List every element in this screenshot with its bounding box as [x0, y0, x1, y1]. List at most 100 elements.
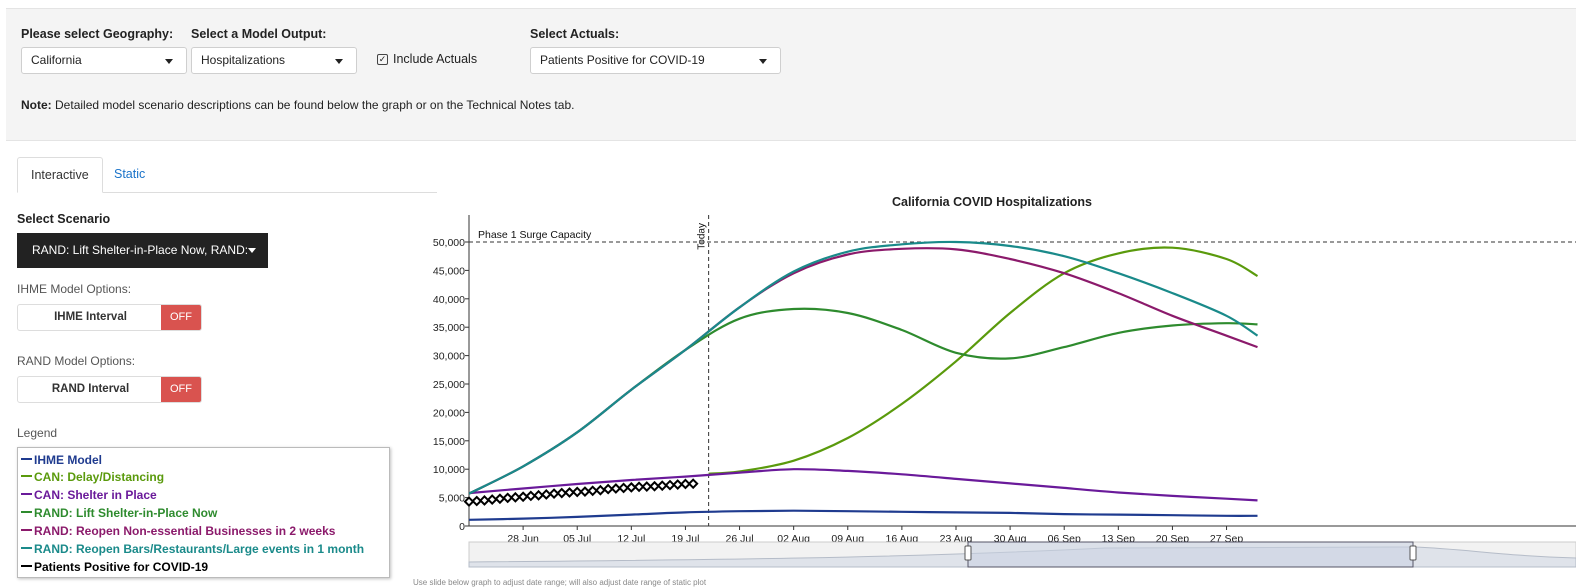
actuals-select-value: Patients Positive for COVID-19 — [540, 53, 705, 67]
actuals-point — [556, 487, 568, 499]
chevron-down-icon — [165, 59, 173, 64]
actuals-point — [687, 478, 699, 490]
chart-title: California COVID Hospitalizations — [892, 195, 1092, 209]
geography-select[interactable]: California — [21, 47, 187, 74]
actuals-point — [672, 479, 684, 490]
include-actuals-label: Include Actuals — [393, 52, 478, 66]
actuals-point — [579, 486, 591, 498]
geography-label: Please select Geography: — [21, 27, 174, 41]
range-slider-handle[interactable] — [1409, 545, 1417, 561]
chevron-down-icon — [248, 248, 256, 253]
legend-heading: Legend — [17, 426, 58, 440]
note-text: Note: Detailed model scenario descriptio… — [21, 98, 574, 112]
legend-label: Patients Positive for COVID-19 — [34, 560, 209, 574]
actuals-point — [656, 480, 668, 492]
actuals-point — [618, 482, 630, 494]
legend-swatch — [21, 475, 32, 477]
actuals-point — [610, 483, 622, 494]
slider-hint: Use slide below graph to adjust date ran… — [413, 578, 707, 587]
legend-item: RAND: Reopen Non-essential Businesses in… — [21, 524, 335, 538]
y-tick-label: 10,000 — [433, 464, 465, 476]
scenario-dropdown-value: RAND: Lift Shelter-in-Place Now, RAND: — [32, 243, 249, 257]
top-strip — [0, 0, 1576, 8]
y-tick-label: 5,000 — [439, 493, 465, 505]
y-tick-label: 20,000 — [433, 407, 465, 419]
actuals-label: Select Actuals: — [530, 27, 620, 41]
legend-label: IHME Model — [34, 453, 102, 467]
tab-static[interactable]: Static — [101, 157, 158, 191]
ihme-interval-label: IHME Interval — [54, 311, 127, 323]
series-line-5 — [469, 240, 1259, 495]
legend-swatch — [21, 493, 32, 495]
actuals-point — [502, 492, 514, 504]
legend-item: IHME Model — [21, 453, 102, 467]
ihme-options-label: IHME Model Options: — [17, 282, 132, 296]
series-line-3 — [469, 307, 1258, 495]
legend-label: RAND: Reopen Bars/Restaurants/Large even… — [34, 542, 365, 556]
actuals-point — [533, 489, 544, 501]
y-tick-label: 35,000 — [433, 322, 465, 334]
ihme-interval-state[interactable]: OFF — [161, 305, 201, 330]
surge-capacity-label: Phase 1 Surge Capacity — [478, 229, 592, 241]
actuals-point — [649, 480, 660, 492]
actuals-point — [594, 484, 606, 496]
chevron-down-icon — [759, 59, 767, 64]
rand-interval-state[interactable]: OFF — [161, 377, 201, 402]
model-output-select[interactable]: Hospitalizations — [191, 47, 357, 74]
actuals-point — [540, 489, 552, 500]
actuals-point — [625, 481, 637, 493]
select-scenario-heading: Select Scenario — [17, 212, 111, 226]
actuals-point — [471, 495, 483, 507]
model-output-select-value: Hospitalizations — [201, 53, 286, 67]
tab-bar: Interactive Static — [17, 157, 437, 193]
actuals-point — [517, 491, 529, 503]
rand-interval-toggle[interactable]: RAND Interval OFF — [17, 376, 202, 403]
note-bold: Note: — [21, 98, 52, 112]
include-actuals-checkbox[interactable]: ✓ Include Actuals — [377, 52, 477, 66]
legend-box: IHME Model CAN: Delay/Distancing CAN: Sh… — [17, 447, 390, 578]
range-slider-window — [967, 541, 1414, 568]
series-line-0 — [469, 509, 1258, 521]
legend-swatch — [21, 511, 32, 513]
series-line-1 — [708, 246, 1259, 475]
legend-label: CAN: Shelter in Place — [34, 488, 157, 502]
actuals-point — [494, 493, 506, 505]
legend-item: Patients Positive for COVID-19 — [21, 560, 208, 574]
scenario-dropdown[interactable]: RAND: Lift Shelter-in-Place Now, RAND: — [17, 233, 268, 268]
y-tick-label: 30,000 — [433, 351, 465, 363]
y-tick-label: 15,000 — [433, 436, 465, 448]
chevron-down-icon — [335, 59, 343, 64]
y-tick-label: 0 — [459, 521, 465, 533]
geography-select-value: California — [31, 53, 82, 67]
legend-swatch — [21, 565, 32, 567]
y-tick-label: 45,000 — [433, 265, 465, 277]
legend-label: RAND: Lift Shelter-in-Place Now — [34, 506, 218, 520]
legend-swatch — [21, 529, 32, 531]
legend-label: RAND: Reopen Non-essential Businesses in… — [34, 524, 336, 538]
hospitalizations-chart: California COVID Hospitalizations 0 5,000 1… — [433, 195, 1576, 568]
actuals-point — [509, 491, 521, 503]
legend-label: CAN: Delay/Distancing — [34, 470, 165, 484]
legend-swatch — [21, 458, 32, 460]
rand-options-label: RAND Model Options: — [17, 354, 136, 368]
tab-interactive[interactable]: Interactive — [17, 157, 103, 193]
range-slider-handle[interactable] — [964, 545, 972, 561]
legend-item: RAND: Lift Shelter-in-Place Now — [21, 506, 217, 520]
ihme-interval-toggle[interactable]: IHME Interval OFF — [17, 304, 202, 331]
legend-item: CAN: Shelter in Place — [21, 488, 157, 502]
series-line-2 — [469, 468, 1258, 502]
actuals-point — [486, 494, 498, 506]
checkmark-icon[interactable]: ✓ — [377, 54, 388, 65]
y-tick-label: 50,000 — [433, 237, 465, 249]
actuals-point — [525, 490, 537, 502]
legend-item: CAN: Delay/Distancing — [21, 470, 164, 484]
y-tick-label: 40,000 — [433, 294, 465, 306]
actuals-point — [479, 495, 490, 506]
actuals-select[interactable]: Patients Positive for COVID-19 — [530, 47, 781, 74]
actuals-point — [664, 479, 676, 491]
actuals-point — [548, 488, 560, 500]
model-output-label: Select a Model Output: — [191, 27, 327, 41]
today-label: Today — [697, 223, 708, 250]
series-line-4 — [469, 247, 1258, 495]
rand-interval-label: RAND Interval — [51, 383, 130, 395]
